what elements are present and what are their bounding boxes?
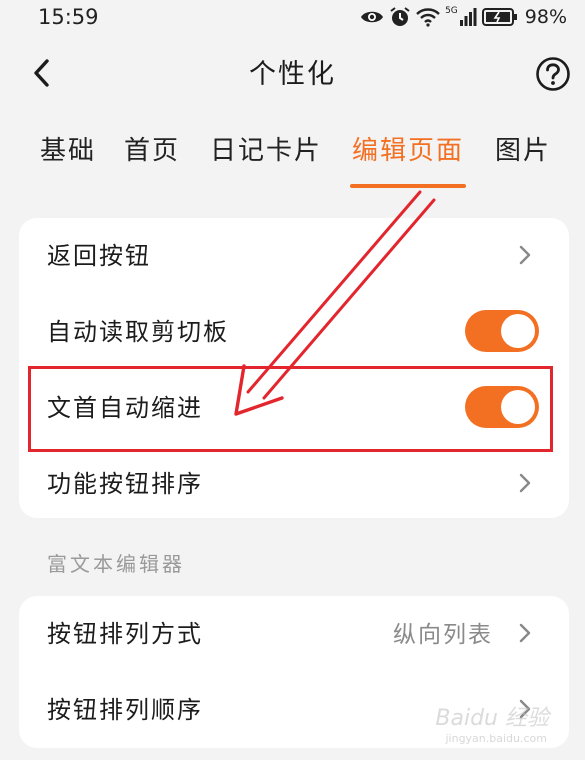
header: 个性化 [0,40,585,106]
row-label: 按钮排列顺序 [47,696,203,724]
row-back-button[interactable]: 返回按钮 [19,218,569,292]
tab-edit-page[interactable]: 编辑页面 [352,130,464,167]
eye-icon [361,11,384,23]
question-circle-icon [536,57,570,91]
row-auto-read-clipboard: 自动读取剪切板 [19,294,569,368]
tab-basic[interactable]: 基础 [40,130,96,167]
tab-home[interactable]: 首页 [124,130,180,167]
row-function-button-order[interactable]: 功能按钮排序 [19,446,569,518]
help-button[interactable] [535,56,571,92]
tab-bar: 基础 首页 日记卡片 编辑页面 图片 [0,122,585,192]
battery-icon [481,8,517,26]
row-label: 自动读取剪切板 [47,318,229,346]
battery-percent: 98% [524,6,567,28]
status-time: 15:59 [38,5,99,29]
row-button-layout[interactable]: 按钮排列方式 纵向列表 [19,596,569,670]
watermark: Baidu 经验 [435,706,549,731]
signal-icon [459,8,477,26]
alarm-icon [390,7,410,26]
tab-images[interactable]: 图片 [495,130,551,167]
chevron-right-icon [519,473,531,493]
watermark-url: jingyan.baidu.com [445,732,547,745]
row-label: 返回按钮 [47,242,151,270]
toggle-knob [501,314,535,348]
status-bar: 15:59 5G 98% [0,0,585,36]
row-label: 按钮排列方式 [47,620,203,648]
annotation-highlight-box [28,366,553,452]
status-icons: 5G 98% [360,4,567,30]
chevron-right-icon [519,245,531,265]
network-type: 5G [445,6,458,16]
wifi-icon [416,8,440,27]
row-label: 功能按钮排序 [47,470,203,498]
active-tab-indicator [350,184,466,188]
chevron-right-icon [519,623,531,643]
tab-diary-card[interactable]: 日记卡片 [210,130,322,167]
page-title: 个性化 [249,59,336,90]
section-title-rich-text: 富文本编辑器 [47,552,185,576]
auto-read-clipboard-toggle[interactable] [465,310,539,352]
row-value: 纵向列表 [393,622,493,648]
